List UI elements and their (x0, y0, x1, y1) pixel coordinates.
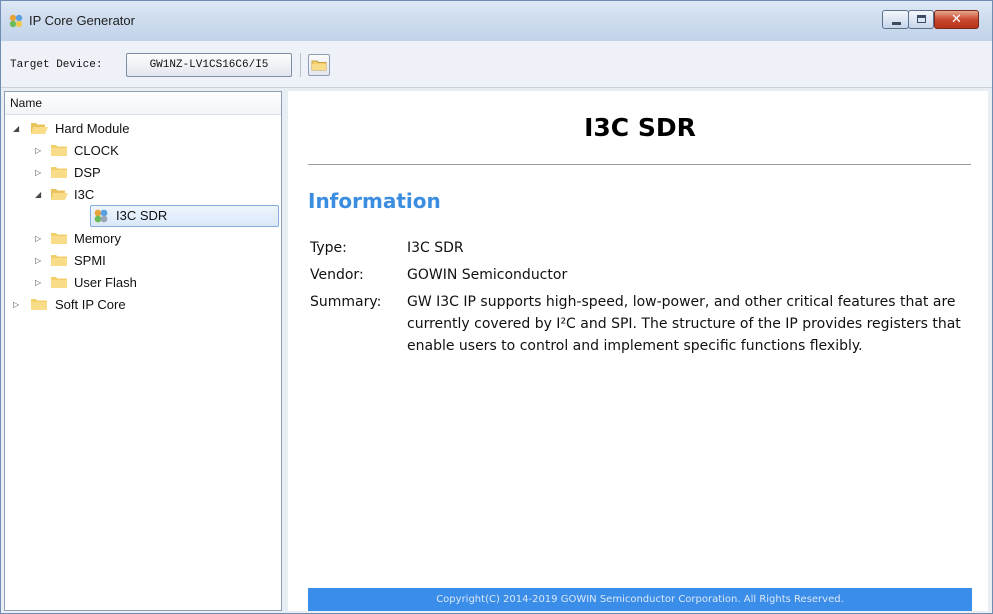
folder-open-icon (51, 189, 68, 200)
maximize-icon (917, 15, 926, 23)
tree-item-label: I3C (74, 187, 95, 202)
ip-core-icon (94, 209, 108, 223)
folder-icon (51, 145, 67, 156)
tree-item-spmi[interactable]: ▷ SPMI (5, 250, 281, 272)
folder-icon (51, 255, 67, 266)
title-bar[interactable]: IP Core Generator ✕ (1, 1, 992, 41)
tree-item-label: Memory (74, 231, 121, 246)
folder-icon (51, 167, 67, 178)
tree-item-i3c-sdr[interactable]: I3C SDR (90, 205, 279, 227)
expanded-arrow-icon[interactable]: ◢ (13, 123, 23, 135)
tree-item-memory[interactable]: ▷ Memory (5, 228, 281, 250)
toolbar-separator (300, 53, 301, 77)
ip-core-generator-window: IP Core Generator ✕ Target Device: GW1NZ… (0, 0, 993, 614)
tree-item-label: User Flash (74, 275, 137, 290)
ip-core-generator-icon (9, 14, 23, 28)
open-folder-button[interactable] (308, 54, 330, 76)
collapsed-arrow-icon[interactable]: ▷ (13, 299, 23, 311)
collapsed-arrow-icon[interactable]: ▷ (35, 255, 45, 267)
tree-item-i3c[interactable]: ◢ I3C (5, 184, 281, 206)
folder-icon (51, 233, 67, 244)
tree-item-user-flash[interactable]: ▷ User Flash (5, 272, 281, 294)
tree-item-label: SPMI (74, 253, 106, 268)
copyright-footer: Copyright(C) 2014-2019 GOWIN Semiconduct… (308, 588, 972, 611)
folder-open-icon (31, 123, 48, 134)
minimize-icon (892, 22, 901, 25)
type-key: Type: (310, 240, 347, 256)
vendor-key: Vendor: (310, 267, 364, 283)
info-row-vendor: Vendor: GOWIN Semiconductor (310, 264, 972, 286)
type-value: I3C SDR (407, 240, 464, 256)
target-device-button[interactable]: GW1NZ-LV1CS16C6/I5 (126, 53, 292, 77)
maximize-button[interactable] (908, 10, 934, 29)
tree-item-label: Hard Module (55, 121, 130, 136)
name-column-label: Name (10, 96, 43, 110)
folder-icon (51, 277, 67, 288)
close-icon: ✕ (951, 12, 962, 27)
tree-column-header[interactable]: Name (5, 92, 281, 115)
tree-item-hard-module[interactable]: ◢ Hard Module (5, 118, 281, 140)
collapsed-arrow-icon[interactable]: ▷ (35, 167, 45, 179)
info-row-summary: Summary: GW I3C IP supports high-speed, … (310, 291, 972, 381)
tree-item-label: I3C SDR (116, 208, 168, 223)
collapsed-arrow-icon[interactable]: ▷ (35, 145, 45, 157)
folder-icon (311, 60, 327, 71)
tree-item-soft-ip-core[interactable]: ▷ Soft IP Core (5, 294, 281, 316)
ip-tree-panel: Name ◢ Hard Module ▷ CLOCK ▷ DSP ◢ I3C I… (4, 91, 282, 611)
ip-title: I3C SDR (584, 113, 696, 142)
target-device-label: Target Device: (10, 59, 103, 71)
tree-item-label: Soft IP Core (55, 297, 126, 312)
close-button[interactable]: ✕ (934, 10, 979, 29)
summary-key: Summary: (310, 294, 382, 310)
tree-item-label: CLOCK (74, 143, 119, 158)
tree-item-dsp[interactable]: ▷ DSP (5, 162, 281, 184)
window-title: IP Core Generator (29, 13, 135, 28)
expanded-arrow-icon[interactable]: ◢ (35, 189, 45, 201)
toolbar: Target Device: GW1NZ-LV1CS16C6/I5 (1, 41, 992, 88)
ip-information-panel: I3C SDR Information Type: I3C SDR Vendor… (288, 91, 988, 611)
folder-icon (31, 299, 47, 310)
tree-item-label: DSP (74, 165, 101, 180)
vendor-value: GOWIN Semiconductor (407, 267, 568, 283)
summary-value: GW I3C IP supports high-speed, low-power… (407, 294, 961, 354)
collapsed-arrow-icon[interactable]: ▷ (35, 277, 45, 289)
tree-item-clock[interactable]: ▷ CLOCK (5, 140, 281, 162)
collapsed-arrow-icon[interactable]: ▷ (35, 233, 45, 245)
information-heading: Information (308, 189, 441, 213)
minimize-button[interactable] (882, 10, 909, 29)
info-row-type: Type: I3C SDR (310, 237, 972, 259)
title-divider (308, 164, 971, 165)
